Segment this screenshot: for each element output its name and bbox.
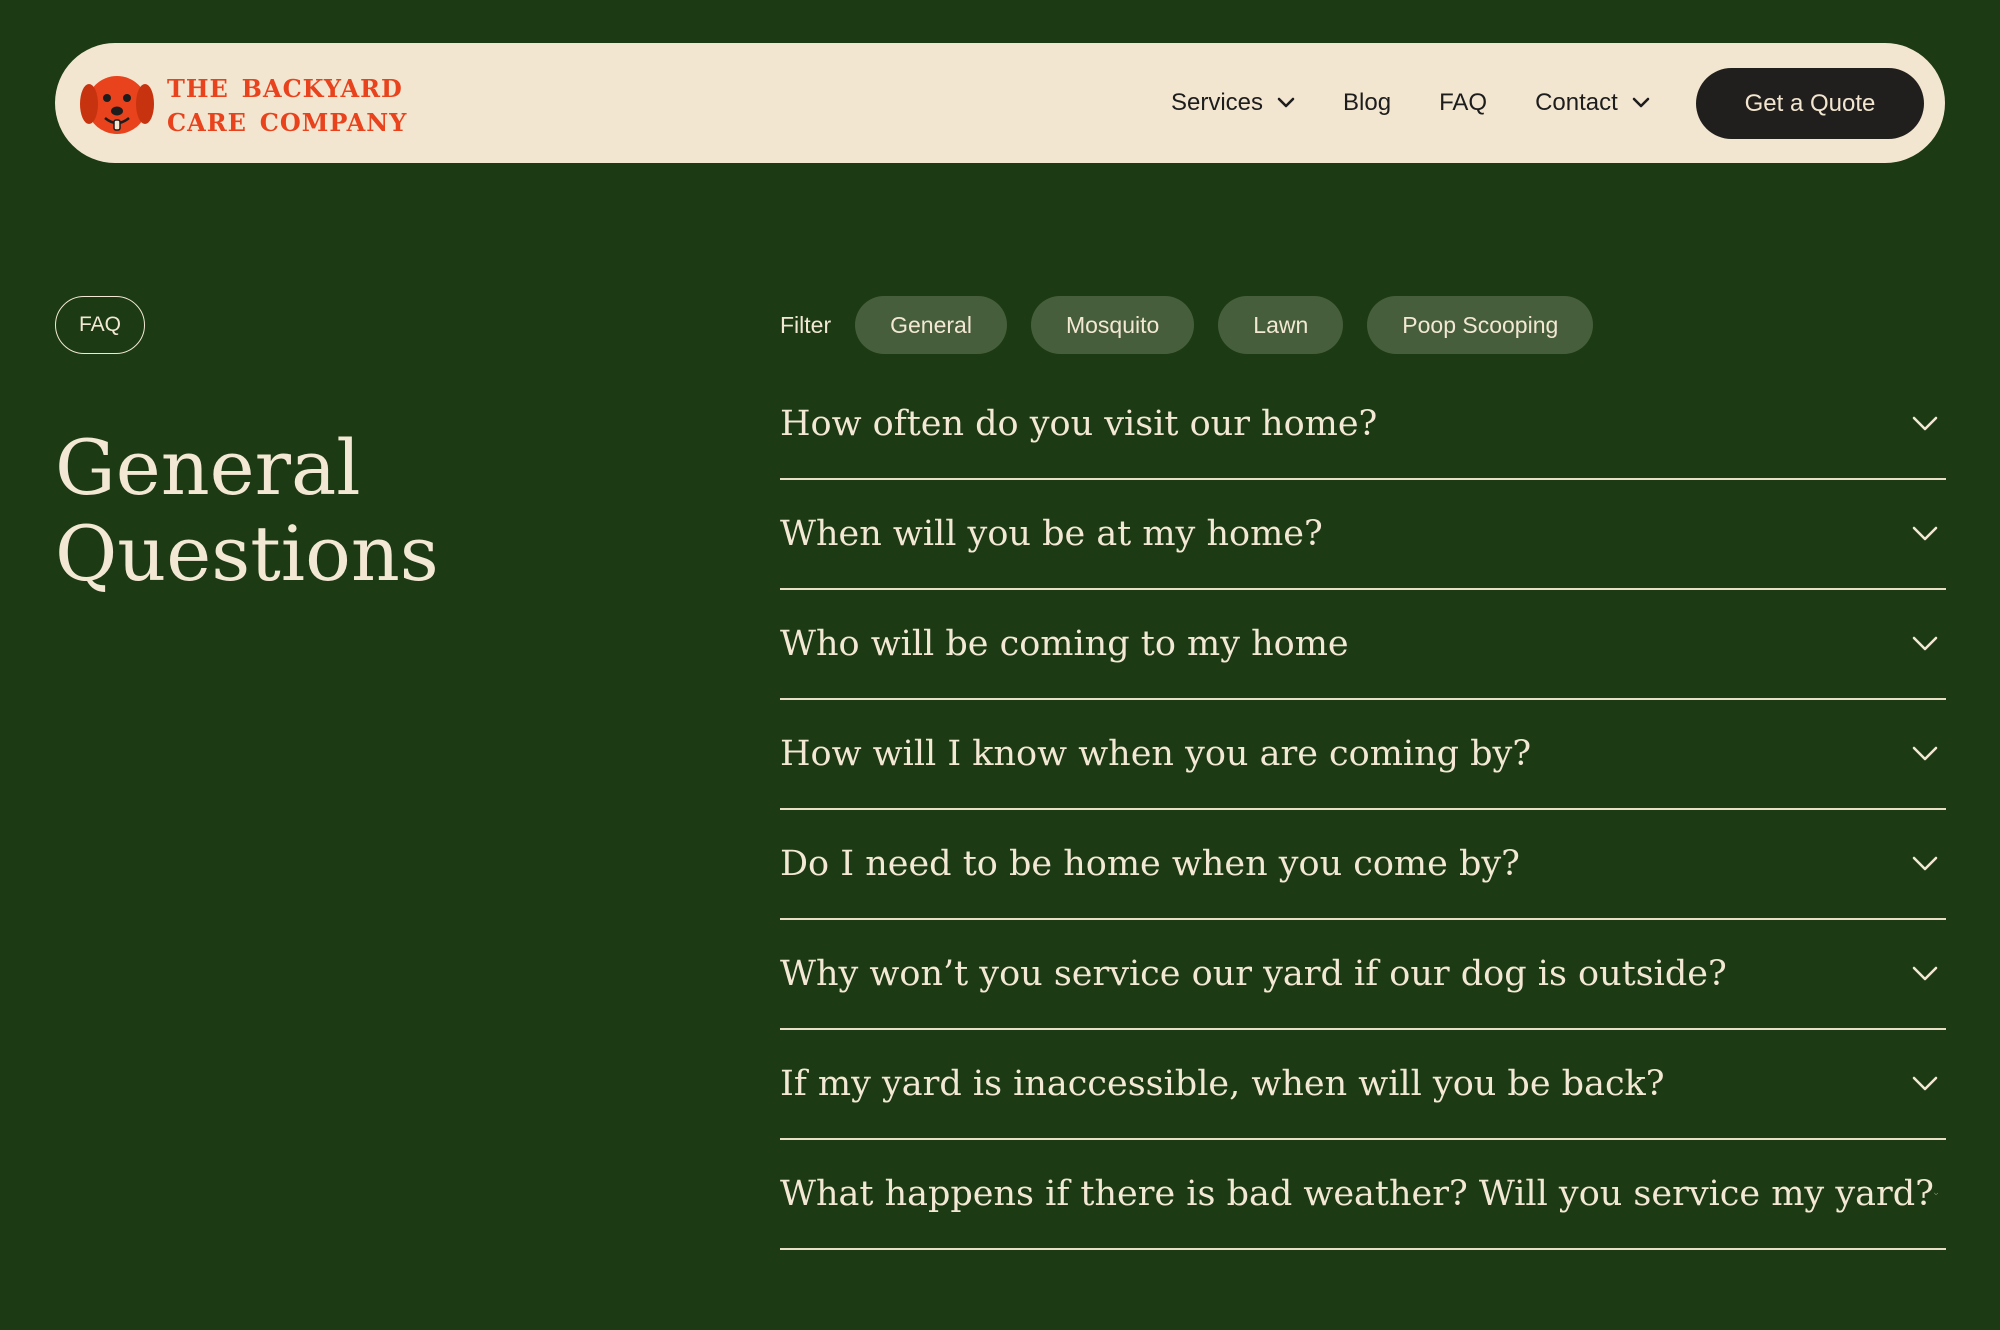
chevron-down-icon bbox=[1933, 1192, 1938, 1195]
section-tag: FAQ bbox=[55, 296, 145, 354]
filter-chip-general[interactable]: General bbox=[855, 296, 1007, 354]
filter-label: Filter bbox=[780, 311, 832, 338]
filter-chip-poop-scooping[interactable]: Poop Scooping bbox=[1367, 296, 1594, 354]
logo-wordmark: The Backyard Care Company bbox=[167, 69, 407, 137]
chevron-down-icon bbox=[1277, 97, 1295, 108]
page-title: General Questions bbox=[55, 425, 575, 597]
faq-question: Do I need to be home when you come by? bbox=[780, 844, 1520, 884]
faq-question: How often do you visit our home? bbox=[780, 404, 1378, 444]
page-title-line-1: General bbox=[55, 423, 361, 512]
site-header: The Backyard Care Company Services Blog … bbox=[55, 43, 1945, 163]
filter-chip-mosquito[interactable]: Mosquito bbox=[1030, 296, 1195, 354]
faq-question: How will I know when you are coming by? bbox=[780, 734, 1532, 774]
faq-question: What happens if there is bad weather? Wi… bbox=[780, 1174, 1934, 1214]
chevron-down-icon bbox=[1912, 746, 1938, 761]
nav-item-services[interactable]: Services bbox=[1171, 89, 1295, 117]
faq-item[interactable]: If my yard is inaccessible, when will yo… bbox=[780, 1030, 1946, 1140]
faq-question: Who will be coming to my home bbox=[780, 624, 1349, 664]
filter-bar: Filter General Mosquito Lawn Poop Scoopi… bbox=[780, 296, 1617, 354]
nav-item-label: Contact bbox=[1535, 89, 1618, 116]
dog-face-icon bbox=[80, 76, 154, 134]
logo[interactable]: The Backyard Care Company bbox=[79, 68, 407, 138]
logo-line-1: The Backyard bbox=[167, 66, 403, 106]
chevron-down-icon bbox=[1912, 856, 1938, 871]
faq-question: When will you be at my home? bbox=[780, 514, 1323, 554]
nav-item-label: Services bbox=[1171, 89, 1264, 116]
chevron-down-icon bbox=[1912, 636, 1938, 651]
nav-item-label: FAQ bbox=[1439, 89, 1488, 116]
faq-question: Why won’t you service our yard if our do… bbox=[780, 954, 1727, 994]
chevron-down-icon bbox=[1912, 526, 1938, 541]
main-nav: Services Blog FAQ Contact bbox=[1171, 43, 1698, 163]
faq-item[interactable]: How will I know when you are coming by? bbox=[780, 700, 1946, 810]
faq-item[interactable]: Why won’t you service our yard if our do… bbox=[780, 920, 1946, 1030]
logo-line-2: Care Company bbox=[167, 100, 408, 140]
nav-item-faq[interactable]: FAQ bbox=[1439, 89, 1487, 117]
page-title-line-2: Questions bbox=[55, 509, 439, 598]
chevron-down-icon bbox=[1912, 416, 1938, 431]
faq-item[interactable]: What happens if there is bad weather? Wi… bbox=[780, 1140, 1946, 1250]
faq-item[interactable]: When will you be at my home? bbox=[780, 480, 1946, 590]
faq-item[interactable]: How often do you visit our home? bbox=[780, 370, 1946, 480]
nav-item-contact[interactable]: Contact bbox=[1535, 89, 1650, 117]
chevron-down-icon bbox=[1632, 97, 1650, 108]
chevron-down-icon bbox=[1912, 1076, 1938, 1091]
faq-item[interactable]: Who will be coming to my home bbox=[780, 590, 1946, 700]
nav-item-label: Blog bbox=[1343, 89, 1392, 116]
faq-question: If my yard is inaccessible, when will yo… bbox=[780, 1064, 1665, 1104]
filter-chip-lawn[interactable]: Lawn bbox=[1218, 296, 1344, 354]
faq-item[interactable]: Do I need to be home when you come by? bbox=[780, 810, 1946, 920]
chevron-down-icon bbox=[1912, 966, 1938, 981]
get-a-quote-button[interactable]: Get a Quote bbox=[1696, 68, 1924, 139]
nav-item-blog[interactable]: Blog bbox=[1343, 89, 1391, 117]
faq-accordion: How often do you visit our home? When wi… bbox=[780, 370, 1946, 1250]
